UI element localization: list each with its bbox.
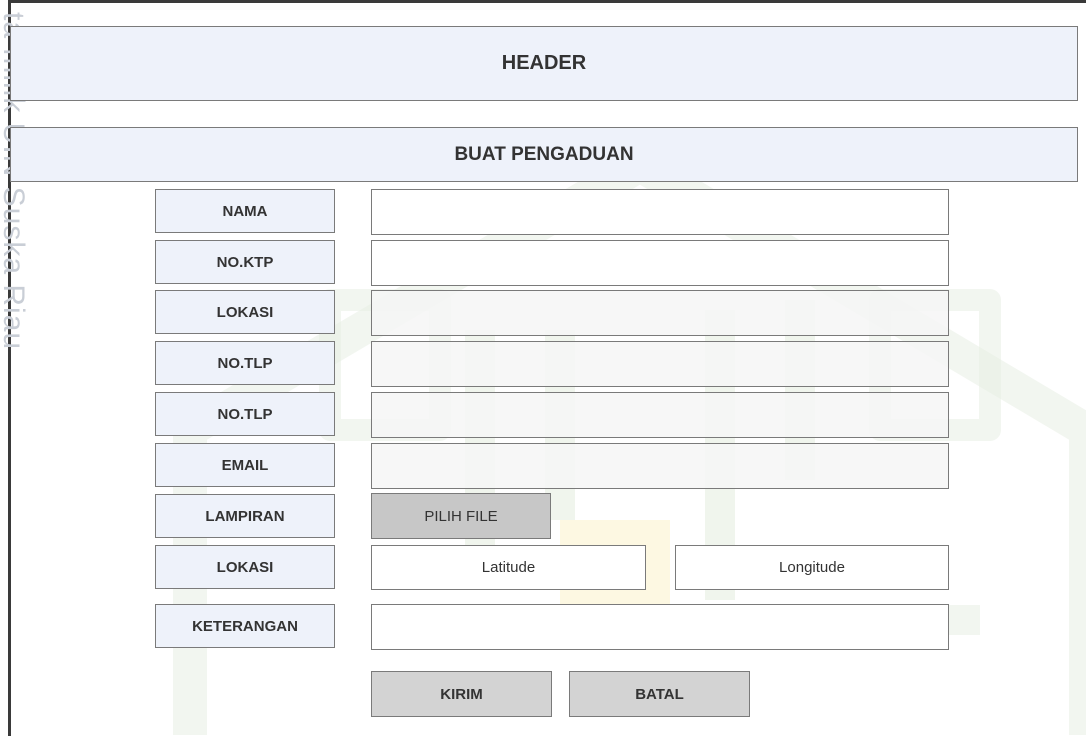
label-lokasi: LOKASI [155,290,335,334]
label-no-ktp: NO.KTP [155,240,335,284]
email-input[interactable] [371,443,949,489]
label-lampiran: LAMPIRAN [155,494,335,538]
submit-button[interactable]: KIRIM [371,671,552,717]
cancel-button[interactable]: BATAL [569,671,750,717]
label-email: EMAIL [155,443,335,487]
header-title: HEADER [501,52,587,74]
longitude-input[interactable]: Longitude [675,545,949,590]
keterangan-input[interactable] [371,604,949,650]
latitude-input[interactable]: Latitude [371,545,646,590]
nama-input[interactable] [371,189,949,235]
label-nama: NAMA [155,189,335,233]
choose-file-button[interactable]: PILIH FILE [371,493,551,539]
label-no-tlp-2: NO.TLP [155,392,335,436]
form-title: BUAT PENGADUAN [454,143,634,165]
label-no-tlp: NO.TLP [155,341,335,385]
no-ktp-input[interactable] [371,240,949,286]
label-keterangan: KETERANGAN [155,604,335,648]
lokasi-input[interactable] [371,290,949,336]
no-tlp-input[interactable] [371,341,949,387]
no-tlp-input-2[interactable] [371,392,949,438]
header-band: HEADER [10,26,1078,101]
label-lokasi-coords: LOKASI [155,545,335,589]
form-title-band: BUAT PENGADUAN [10,127,1078,182]
